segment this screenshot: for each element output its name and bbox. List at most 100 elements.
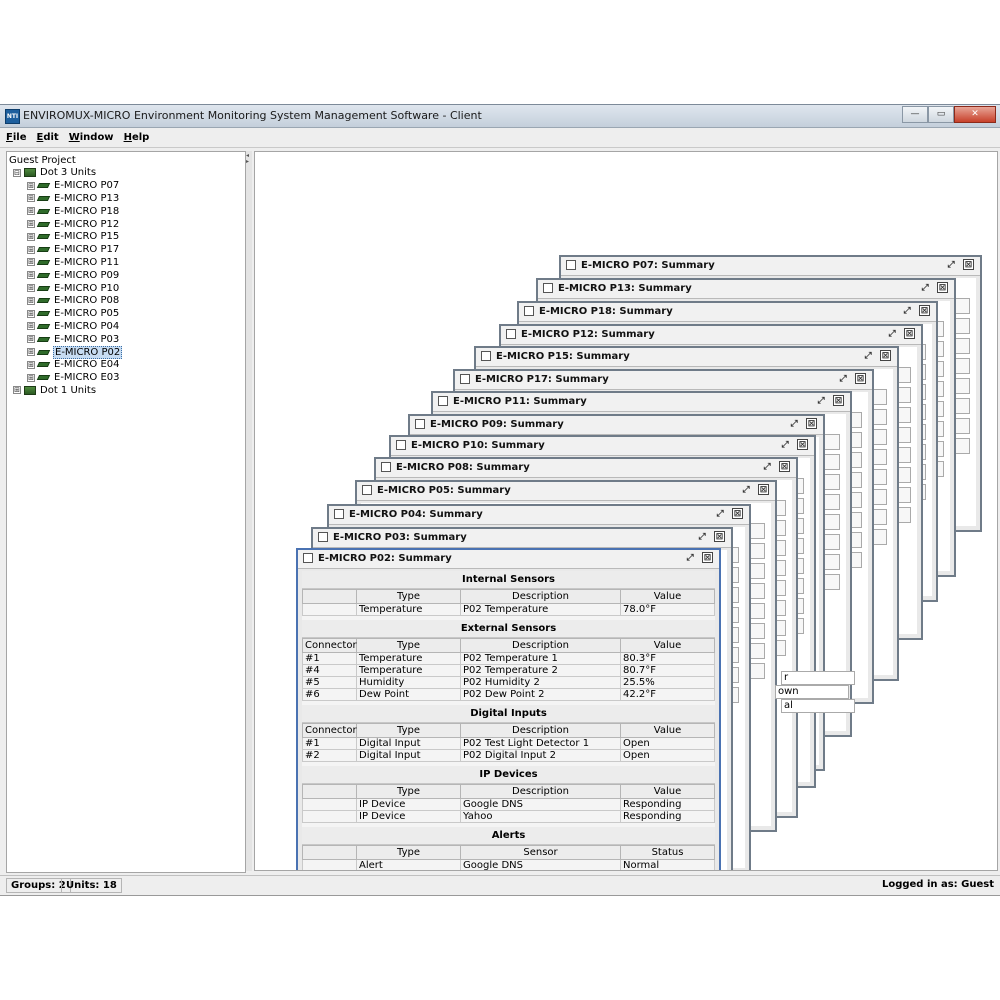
close-button[interactable]: ✕ xyxy=(954,106,996,123)
tree-unit-item[interactable]: ⊞ E-MICRO P13 xyxy=(27,192,120,204)
table-row[interactable]: #5 Humidity P02 Humidity 2 25.5% xyxy=(302,676,715,689)
column-header[interactable]: Description xyxy=(460,723,621,738)
window-close-icon[interactable]: ⊠ xyxy=(904,328,915,339)
window-restore-icon[interactable]: ⤢ xyxy=(920,283,930,293)
window-close-icon[interactable]: ⊠ xyxy=(702,552,713,563)
window-restore-icon[interactable]: ⤢ xyxy=(863,351,873,361)
tree-toggle-icon[interactable]: ⊞ xyxy=(27,348,35,356)
summary-window-titlebar[interactable]: E-MICRO P05: Summary ⤢ ⊠ xyxy=(357,482,775,501)
window-restore-icon[interactable]: ⤢ xyxy=(789,419,799,429)
window-menu-icon[interactable] xyxy=(543,283,553,293)
table-row[interactable]: IP Device Yahoo Responding xyxy=(302,810,715,823)
table-row[interactable]: #1 Temperature P02 Temperature 1 80.3°F xyxy=(302,652,715,665)
menu-file[interactable]: File xyxy=(6,132,26,143)
summary-window-titlebar[interactable]: E-MICRO P15: Summary ⤢ ⊠ xyxy=(476,348,897,367)
tree-toggle-icon[interactable]: ⊞ xyxy=(27,245,35,254)
tree-toggle-icon[interactable]: ⊞ xyxy=(27,335,35,344)
column-header[interactable]: Value xyxy=(620,784,715,799)
tree-unit-item[interactable]: ⊞ E-MICRO P03 xyxy=(27,333,120,345)
title-bar[interactable]: NTI ENVIROMUX-MICRO Environment Monitori… xyxy=(0,105,1000,128)
tree-toggle-icon[interactable]: ⊞ xyxy=(27,309,35,318)
summary-window-titlebar[interactable]: E-MICRO P08: Summary ⤢ ⊠ xyxy=(376,459,796,478)
window-menu-icon[interactable] xyxy=(362,485,372,495)
minimize-button[interactable]: — xyxy=(902,106,928,123)
column-header[interactable] xyxy=(302,589,357,604)
column-header[interactable]: Value xyxy=(620,638,715,653)
tree-unit-item[interactable]: ⊞ E-MICRO P17 xyxy=(27,244,120,256)
window-close-icon[interactable]: ⊠ xyxy=(797,439,808,450)
column-header[interactable] xyxy=(302,845,357,860)
column-header[interactable]: Sensor xyxy=(460,845,621,860)
summary-window-titlebar[interactable]: E-MICRO P09: Summary ⤢ ⊠ xyxy=(410,416,823,435)
tree-toggle-icon[interactable]: ⊞ xyxy=(27,207,35,216)
tree-unit-item[interactable]: ⊞ E-MICRO P12 xyxy=(27,218,120,230)
column-header[interactable] xyxy=(302,784,357,799)
summary-window-titlebar[interactable]: E-MICRO P17: Summary ⤢ ⊠ xyxy=(455,371,872,390)
window-close-icon[interactable]: ⊠ xyxy=(779,461,790,472)
window-restore-icon[interactable]: ⤢ xyxy=(902,306,912,316)
column-header[interactable]: Status xyxy=(620,845,715,860)
panel-splitter[interactable]: ◂ ▸ xyxy=(246,151,252,871)
window-menu-icon[interactable] xyxy=(506,329,516,339)
table-row[interactable]: #4 Temperature P02 Temperature 2 80.7°F xyxy=(302,664,715,677)
window-menu-icon[interactable] xyxy=(396,440,406,450)
tree-unit-item[interactable]: ⊞ E-MICRO P10 xyxy=(27,282,120,294)
window-restore-icon[interactable]: ⤢ xyxy=(715,509,725,519)
menu-edit[interactable]: Edit xyxy=(36,132,58,143)
window-close-icon[interactable]: ⊠ xyxy=(806,418,817,429)
column-header[interactable]: Type xyxy=(356,638,461,653)
tree-unit-item[interactable]: ⊞ E-MICRO P15 xyxy=(27,231,120,243)
tree-unit-item[interactable]: ⊞ E-MICRO P09 xyxy=(27,269,120,281)
window-close-icon[interactable]: ⊠ xyxy=(758,484,769,495)
menu-help[interactable]: Help xyxy=(124,132,150,143)
tree-toggle-icon[interactable]: ⊞ xyxy=(27,232,35,241)
window-restore-icon[interactable]: ⤢ xyxy=(697,532,707,542)
window-menu-icon[interactable] xyxy=(524,306,534,316)
window-restore-icon[interactable]: ⤢ xyxy=(780,440,790,450)
window-menu-icon[interactable] xyxy=(566,260,576,270)
window-restore-icon[interactable]: ⤢ xyxy=(946,260,956,270)
tree-unit-item[interactable]: ⊞ E-MICRO P11 xyxy=(27,256,120,268)
summary-window-titlebar[interactable]: E-MICRO P13: Summary ⤢ ⊠ xyxy=(538,280,954,299)
window-restore-icon[interactable]: ⤢ xyxy=(685,553,695,563)
column-header[interactable]: Description xyxy=(460,638,621,653)
tree-unit-item[interactable]: ⊞ E-MICRO E04 xyxy=(27,359,121,371)
column-header[interactable]: Value xyxy=(620,723,715,738)
summary-window-titlebar[interactable]: E-MICRO P03: Summary ⤢ ⊠ xyxy=(313,529,731,548)
window-restore-icon[interactable]: ⤢ xyxy=(838,374,848,384)
tree-unit-item[interactable]: ⊞ E-MICRO P04 xyxy=(27,320,120,332)
table-row[interactable]: #2 Digital Input P02 Digital Input 2 Open xyxy=(302,749,715,762)
tree-unit-item[interactable]: ⊞ E-MICRO P02 xyxy=(27,345,123,359)
table-row[interactable]: #6 Dew Point P02 Dew Point 2 42.2°F xyxy=(302,688,715,701)
menu-window[interactable]: Window xyxy=(69,132,114,143)
window-restore-icon[interactable]: ⤢ xyxy=(816,396,826,406)
window-restore-icon[interactable]: ⤢ xyxy=(762,462,772,472)
tree-toggle-icon[interactable]: ⊞ xyxy=(27,194,35,203)
window-close-icon[interactable]: ⊠ xyxy=(880,350,891,361)
window-menu-icon[interactable] xyxy=(318,532,328,542)
window-restore-icon[interactable]: ⤢ xyxy=(741,485,751,495)
active-window-titlebar[interactable]: E-MICRO P02: Summary ⤢ ⊠ xyxy=(298,550,719,569)
maximize-button[interactable]: ▭ xyxy=(928,106,954,123)
window-menu-icon[interactable] xyxy=(303,553,313,563)
window-close-icon[interactable]: ⊠ xyxy=(919,305,930,316)
tree-unit-item[interactable]: ⊞ E-MICRO P18 xyxy=(27,205,120,217)
window-menu-icon[interactable] xyxy=(381,462,391,472)
tree-unit-item[interactable]: ⊞ E-MICRO P07 xyxy=(27,180,120,192)
window-close-icon[interactable]: ⊠ xyxy=(833,395,844,406)
column-header[interactable]: Value xyxy=(620,589,715,604)
tree-toggle-icon[interactable]: ⊞ xyxy=(27,296,35,305)
splitter-arrows-icon[interactable]: ◂ ▸ xyxy=(246,153,249,165)
summary-window-titlebar[interactable]: E-MICRO P04: Summary ⤢ ⊠ xyxy=(329,506,749,525)
tree-toggle-icon[interactable]: ⊞ xyxy=(27,258,35,267)
tree-toggle-icon[interactable]: ⊞ xyxy=(27,271,35,280)
table-row[interactable]: #1 Digital Input P02 Test Light Detector 1… xyxy=(302,737,715,750)
tree-toggle-icon[interactable]: ⊞ xyxy=(27,322,35,331)
table-row[interactable]: Temperature P02 Temperature 78.0°F xyxy=(302,603,715,616)
window-menu-icon[interactable] xyxy=(460,374,470,384)
column-header[interactable]: Type xyxy=(356,589,461,604)
tree-toggle-icon[interactable]: ⊞ xyxy=(27,373,35,382)
window-close-icon[interactable]: ⊠ xyxy=(963,259,974,270)
window-close-icon[interactable]: ⊠ xyxy=(732,508,743,519)
summary-window-titlebar[interactable]: E-MICRO P07: Summary ⤢ ⊠ xyxy=(561,257,980,276)
